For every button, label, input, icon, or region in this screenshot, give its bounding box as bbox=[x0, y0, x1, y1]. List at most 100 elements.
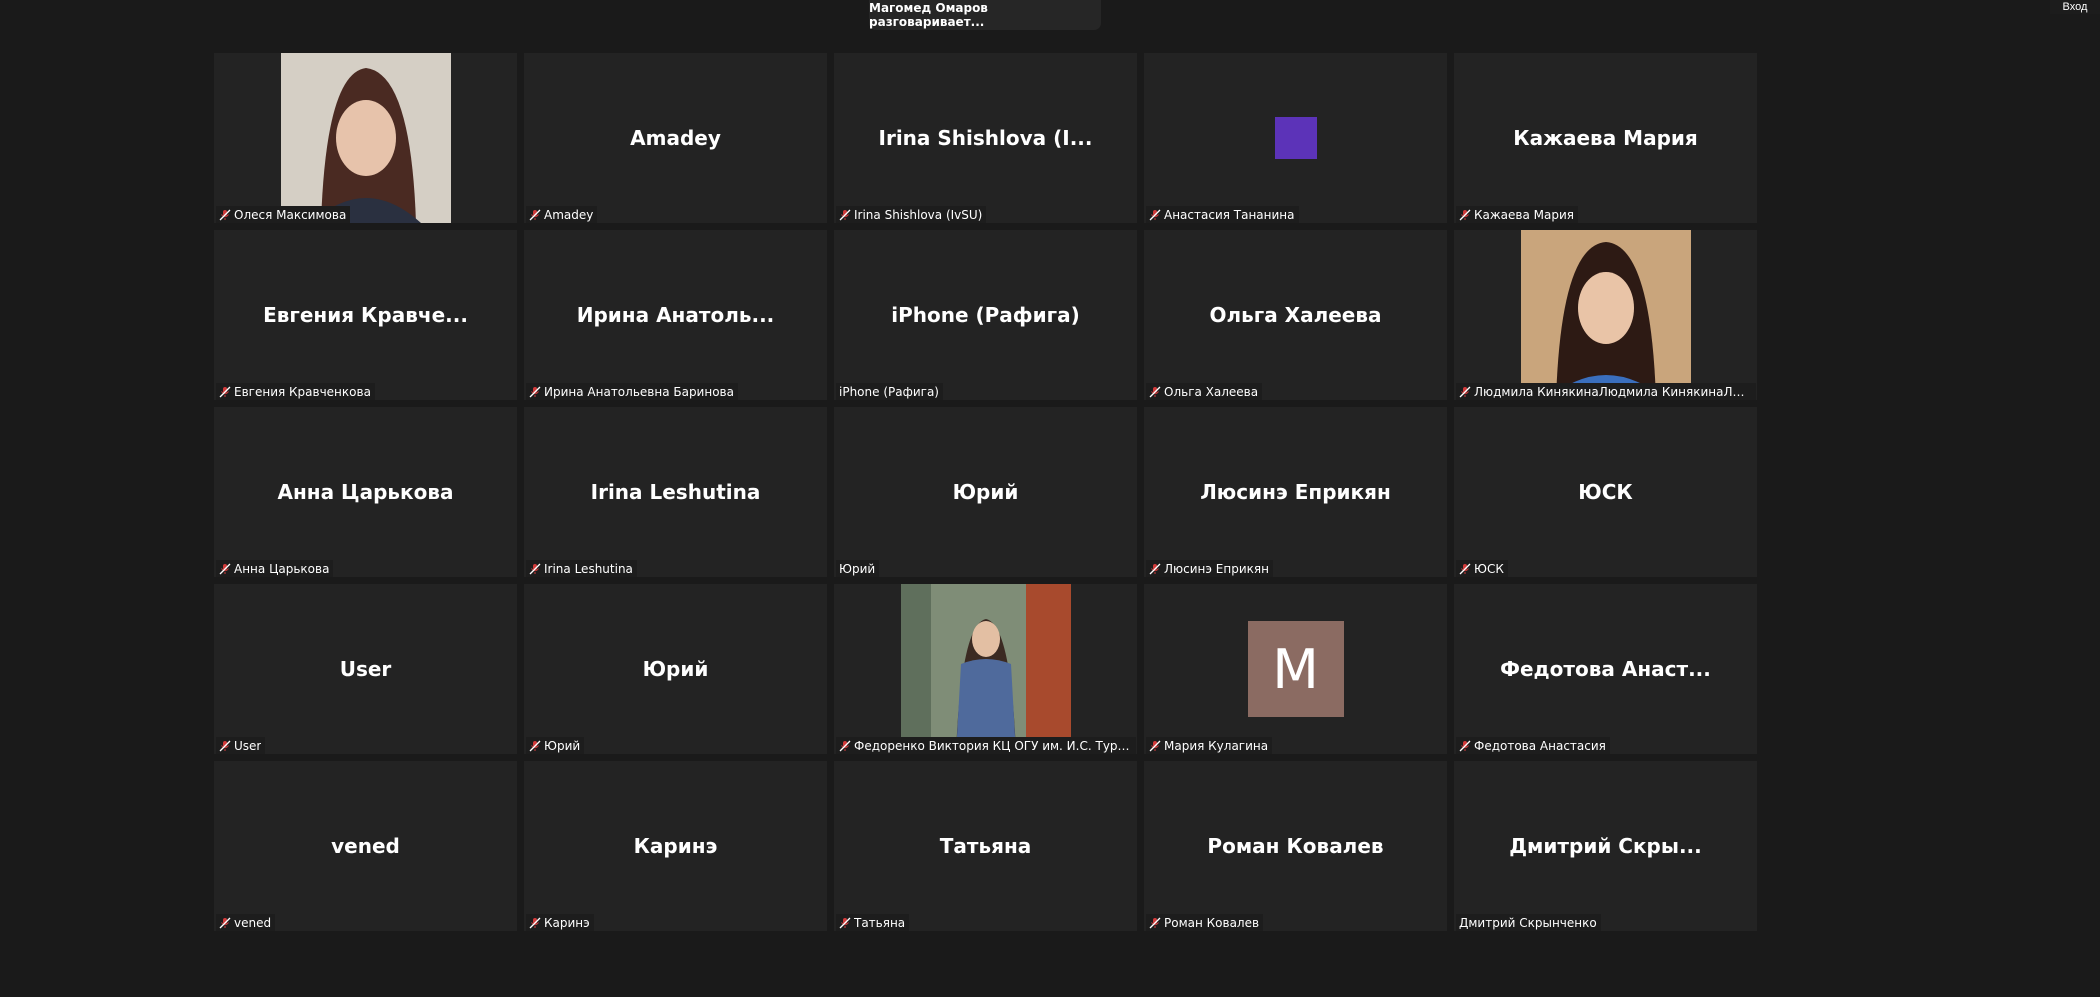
participant-tile[interactable]: Анастасия Тананина bbox=[1144, 53, 1447, 223]
participant-display-name: Юрий bbox=[642, 657, 709, 681]
mic-muted-icon bbox=[839, 917, 851, 928]
participant-tile[interactable]: Роман Ковалев Роман Ковалев bbox=[1144, 761, 1447, 931]
mic-muted-icon bbox=[839, 209, 851, 220]
participant-tile[interactable]: Люсинэ Еприкян Люсинэ Еприкян bbox=[1144, 407, 1447, 577]
mic-muted-icon bbox=[1459, 740, 1471, 751]
participant-display-name: Кажаева Мария bbox=[1513, 126, 1698, 150]
participant-video bbox=[280, 53, 451, 223]
participant-name-label: Евгения Кравченкова bbox=[234, 384, 371, 399]
mic-muted-icon bbox=[219, 740, 231, 751]
participant-video bbox=[900, 584, 1071, 754]
mic-muted-icon bbox=[1149, 740, 1161, 751]
participant-tile[interactable]: Федоренко Виктория КЦ ОГУ им. И.С. Турге… bbox=[834, 584, 1137, 754]
participant-name-label: Анна Царькова bbox=[234, 561, 330, 576]
participant-display-name: Ирина Анатоль... bbox=[576, 303, 775, 327]
mic-muted-icon bbox=[529, 740, 541, 751]
mic-muted-icon bbox=[219, 563, 231, 574]
mic-muted-icon bbox=[529, 386, 541, 397]
participant-name-label: Irina Leshutina bbox=[544, 561, 633, 576]
mic-muted-icon bbox=[1459, 563, 1471, 574]
participant-tile[interactable]: Евгения Кравче... Евгения Кравченкова bbox=[214, 230, 517, 400]
participant-name-label: iPhone (Рафига) bbox=[839, 384, 939, 399]
participant-name-tag: vened bbox=[216, 914, 276, 931]
participant-tile[interactable]: Людмила КинякинаЛюдмила КинякинаЛюдм... bbox=[1454, 230, 1757, 400]
participant-name-tag: Роман Ковалев bbox=[1146, 914, 1264, 931]
participant-tile[interactable]: vened vened bbox=[214, 761, 517, 931]
participant-name-tag: Каринэ bbox=[526, 914, 594, 931]
participant-display-name: Irina Leshutina bbox=[590, 480, 761, 504]
participant-name-label: Мария Кулагина bbox=[1164, 738, 1269, 753]
participant-name-label: Ирина Анатольевна Баринова bbox=[544, 384, 734, 399]
active-speaker-label: Магомед Омаров разговаривает... bbox=[869, 1, 988, 29]
participant-tile[interactable]: M Мария Кулагина bbox=[1144, 584, 1447, 754]
participant-tile[interactable]: Федотова Анаст... Федотова Анастасия bbox=[1454, 584, 1757, 754]
participant-tile[interactable]: Юрий Юрий bbox=[834, 407, 1137, 577]
participant-video bbox=[1520, 230, 1691, 400]
participant-gallery: Олеся Максимова Amadey Amadey Irina Shishlo… bbox=[214, 53, 1757, 931]
participant-display-name: Федотова Анаст... bbox=[1500, 657, 1711, 681]
participant-tile[interactable]: ЮСК ЮСК bbox=[1454, 407, 1757, 577]
participant-name-label: Татьяна bbox=[854, 915, 906, 930]
participant-name-label: Юрий bbox=[544, 738, 581, 753]
participant-display-name: ЮСК bbox=[1578, 480, 1633, 504]
participant-name-label: Олеся Максимова bbox=[234, 207, 347, 222]
participant-tile[interactable]: Irina Shishlova (I... Irina Shishlova (Iv… bbox=[834, 53, 1137, 223]
participant-name-label: Анастасия Тананина bbox=[1164, 207, 1295, 222]
participant-tile[interactable]: Дмитрий Скры... Дмитрий Скрынченко bbox=[1454, 761, 1757, 931]
participant-tile[interactable]: User User bbox=[214, 584, 517, 754]
enter-button[interactable]: Вход bbox=[2050, 0, 2100, 14]
mic-muted-icon bbox=[1149, 386, 1161, 397]
participant-name-label: Люсинэ Еприкян bbox=[1164, 561, 1269, 576]
participant-display-name: Анна Царькова bbox=[277, 480, 454, 504]
participant-name-label: Федотова Анастасия bbox=[1474, 738, 1606, 753]
participant-tile[interactable]: Анна Царькова Анна Царькова bbox=[214, 407, 517, 577]
participant-name-tag: Евгения Кравченкова bbox=[216, 383, 375, 400]
mic-muted-icon bbox=[1149, 209, 1161, 220]
mic-muted-icon bbox=[219, 917, 231, 928]
participant-name-tag: Мария Кулагина bbox=[1146, 737, 1273, 754]
participant-name-label: ЮСК bbox=[1474, 561, 1504, 576]
active-speaker-banner: Магомед Омаров разговаривает... bbox=[869, 0, 1101, 30]
participant-name-label: Amadey bbox=[544, 207, 594, 222]
participant-name-tag: iPhone (Рафига) bbox=[836, 383, 943, 400]
participant-tile[interactable]: Татьяна Татьяна bbox=[834, 761, 1137, 931]
participant-name-label: Федоренко Виктория КЦ ОГУ им. И.С. Турге… bbox=[854, 738, 1132, 753]
mic-muted-icon bbox=[529, 209, 541, 220]
participant-tile[interactable]: Олеся Максимова bbox=[214, 53, 517, 223]
participant-name-label: vened bbox=[234, 915, 272, 930]
participant-tile[interactable]: Ирина Анатоль... Ирина Анатольевна Барино… bbox=[524, 230, 827, 400]
participant-display-name: Юрий bbox=[952, 480, 1019, 504]
mic-muted-icon bbox=[1149, 917, 1161, 928]
participant-name-label: Irina Shishlova (IvSU) bbox=[854, 207, 983, 222]
participant-display-name: Татьяна bbox=[939, 834, 1032, 858]
participant-tile[interactable]: Кажаева Мария Кажаева Мария bbox=[1454, 53, 1757, 223]
participant-name-tag: Людмила КинякинаЛюдмила КинякинаЛюдм... bbox=[1456, 383, 1756, 400]
participant-name-label: Людмила КинякинаЛюдмила КинякинаЛюдм... bbox=[1474, 384, 1752, 399]
participant-name-tag: Юрий bbox=[526, 737, 585, 754]
participant-display-name: iPhone (Рафига) bbox=[891, 303, 1080, 327]
participant-tile[interactable]: Каринэ Каринэ bbox=[524, 761, 827, 931]
participant-display-name: Amadey bbox=[630, 126, 721, 150]
participant-name-label: Ольга Халеева bbox=[1164, 384, 1259, 399]
participant-tile[interactable]: Irina Leshutina Irina Leshutina bbox=[524, 407, 827, 577]
participant-name-tag: Анна Царькова bbox=[216, 560, 334, 577]
participant-tile[interactable]: iPhone (Рафига) iPhone (Рафига) bbox=[834, 230, 1137, 400]
participant-display-name: Евгения Кравче... bbox=[263, 303, 468, 327]
participant-display-name: Каринэ bbox=[633, 834, 718, 858]
participant-display-name: Роман Ковалев bbox=[1207, 834, 1384, 858]
participant-name-tag: Irina Leshutina bbox=[526, 560, 637, 577]
participant-name-tag: User bbox=[216, 737, 266, 754]
participant-name-tag: Дмитрий Скрынченко bbox=[1456, 914, 1601, 931]
participant-display-name: Irina Shishlova (I... bbox=[878, 126, 1093, 150]
participant-name-label: Каринэ bbox=[544, 915, 590, 930]
participant-tile[interactable]: Юрий Юрий bbox=[524, 584, 827, 754]
participant-tile[interactable]: Ольга Халеева Ольга Халеева bbox=[1144, 230, 1447, 400]
participant-name-label: Дмитрий Скрынченко bbox=[1459, 915, 1597, 930]
participant-name-tag: Анастасия Тананина bbox=[1146, 206, 1299, 223]
participant-name-label: Кажаева Мария bbox=[1474, 207, 1575, 222]
participant-name-tag: Amadey bbox=[526, 206, 598, 223]
participant-name-tag: Кажаева Мария bbox=[1456, 206, 1579, 223]
mic-muted-icon bbox=[219, 209, 231, 220]
mic-muted-icon bbox=[529, 563, 541, 574]
participant-tile[interactable]: Amadey Amadey bbox=[524, 53, 827, 223]
